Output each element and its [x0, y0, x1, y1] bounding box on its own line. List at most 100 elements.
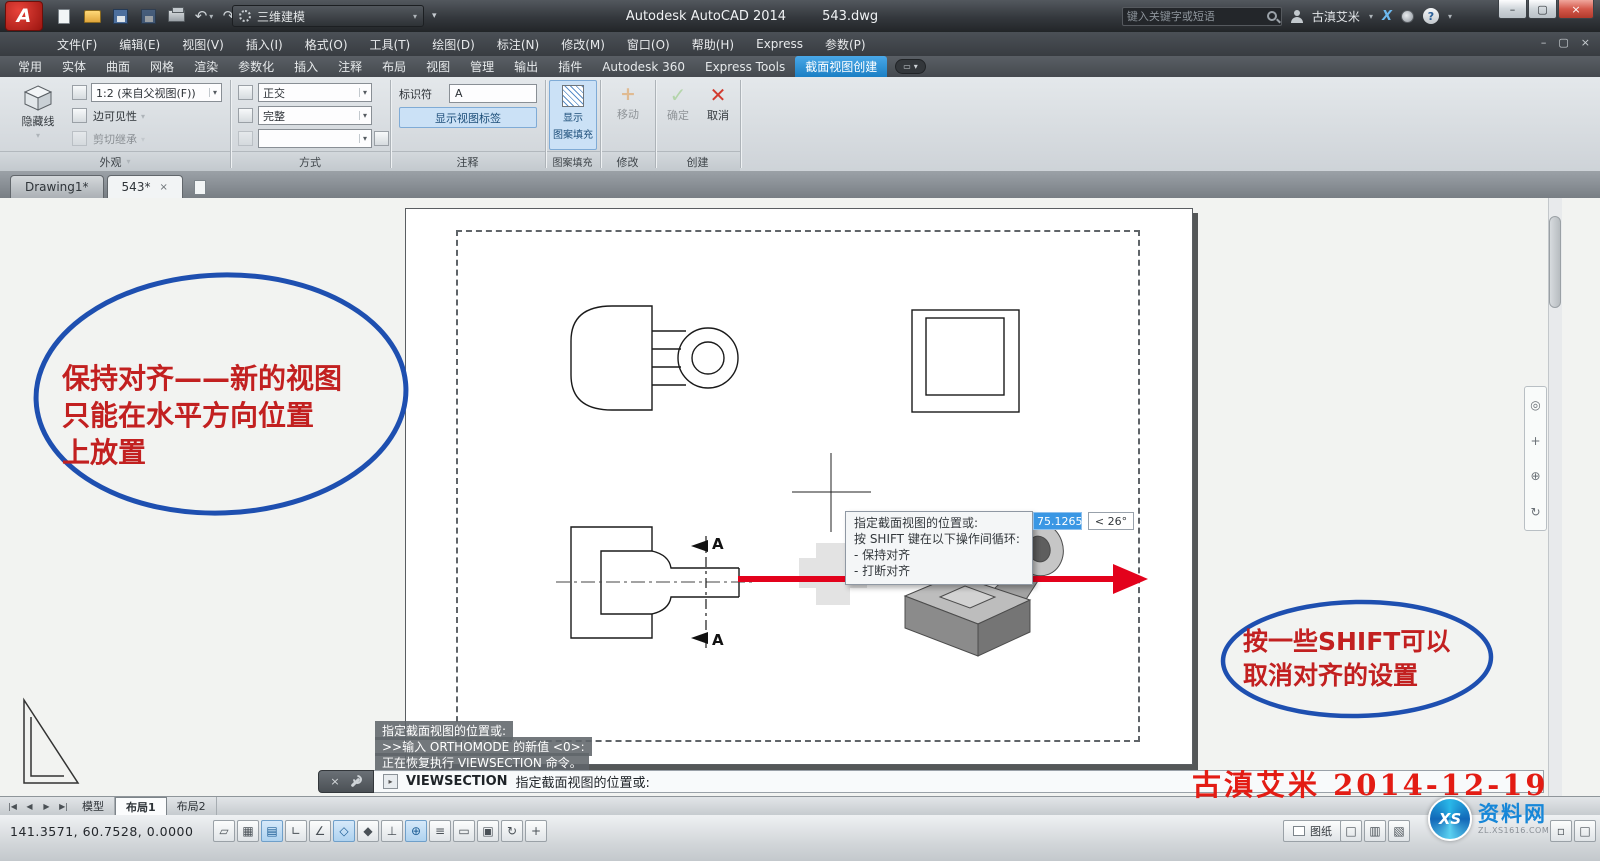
osnap-3d-toggle[interactable]: ◆: [357, 820, 379, 842]
cancel-button[interactable]: ✕ 取消: [699, 80, 737, 150]
open-file-button[interactable]: [80, 5, 104, 27]
next-layout-button[interactable]: ▶: [38, 802, 55, 811]
save-button[interactable]: [108, 5, 132, 27]
tab-mesh[interactable]: 网格: [140, 56, 184, 77]
application-menu-button[interactable]: A: [5, 1, 43, 31]
menu-modify[interactable]: 修改(M): [550, 32, 616, 56]
tab-layout1[interactable]: 布局1: [115, 797, 167, 815]
transparency-toggle[interactable]: ▭: [453, 820, 475, 842]
tab-view[interactable]: 视图: [416, 56, 460, 77]
menu-window[interactable]: 窗口(O): [616, 32, 681, 56]
dynamic-input-toggle[interactable]: ⊕: [405, 820, 427, 842]
scrollbar-thumb[interactable]: [1549, 216, 1561, 308]
steering-wheel-icon[interactable]: ◎: [1530, 398, 1540, 412]
caret-down-icon[interactable]: ▾: [359, 134, 367, 143]
tab-parametric[interactable]: 参数化: [228, 56, 284, 77]
show-hatch-toggle[interactable]: 显示 图案填充: [549, 80, 597, 150]
prev-layout-button[interactable]: ◀: [21, 802, 38, 811]
restore-button[interactable]: ▢: [1528, 0, 1557, 19]
identifier-input[interactable]: A: [449, 84, 537, 103]
exchange-apps-icon[interactable]: X: [1382, 9, 1392, 24]
last-layout-button[interactable]: ▶|: [55, 802, 72, 811]
annotation-monitor-toggle[interactable]: +: [525, 820, 547, 842]
tab-model[interactable]: 模型: [72, 797, 115, 815]
tab-plugins[interactable]: 插件: [548, 56, 592, 77]
tab-express-tools[interactable]: Express Tools: [695, 56, 795, 77]
menu-draw[interactable]: 绘图(D): [421, 32, 486, 56]
communication-center-icon[interactable]: [1401, 10, 1414, 23]
workspace-lock-button[interactable]: ▫: [1550, 820, 1572, 842]
depth-slider-icon[interactable]: [374, 131, 389, 146]
menu-edit[interactable]: 编辑(E): [108, 32, 171, 56]
tab-solid[interactable]: 实体: [52, 56, 96, 77]
search-icon[interactable]: [1267, 11, 1277, 21]
doc-minimize-button[interactable]: –: [1541, 36, 1547, 49]
close-button[interactable]: ×: [1558, 0, 1594, 19]
close-tab-icon[interactable]: ×: [159, 182, 167, 193]
ribbon-display-options-button[interactable]: ▭ ▾: [895, 59, 926, 74]
menu-insert[interactable]: 插入(I): [235, 32, 294, 56]
minimize-button[interactable]: –: [1498, 0, 1527, 19]
snap-toggle[interactable]: ▦: [237, 820, 259, 842]
quick-view-layouts-button[interactable]: □: [1340, 820, 1362, 842]
caret-down-icon[interactable]: ▾: [359, 111, 367, 120]
grid-toggle[interactable]: ▤: [261, 820, 283, 842]
panel-appearance-footer[interactable]: 外观 ▾: [0, 151, 230, 171]
dynamic-input-distance[interactable]: 75.1265: [1033, 512, 1082, 530]
tab-section-view-creation[interactable]: 截面视图创建: [795, 56, 887, 77]
section-line-a-a[interactable]: A A: [691, 535, 724, 649]
depth-value-input[interactable]: ▾: [258, 129, 372, 148]
menu-file[interactable]: 文件(F): [46, 32, 108, 56]
workspace-switcher[interactable]: 三维建模 ▾: [232, 5, 424, 27]
close-command-icon[interactable]: ×: [330, 775, 339, 788]
doc-restore-button[interactable]: ▢: [1558, 36, 1568, 49]
dynamic-ucs-toggle[interactable]: ⊥: [381, 820, 403, 842]
menu-dimension[interactable]: 标注(N): [486, 32, 550, 56]
annotation-scale-button[interactable]: ▧: [1388, 820, 1410, 842]
menu-express[interactable]: Express: [745, 32, 814, 56]
first-layout-button[interactable]: |◀: [4, 802, 21, 811]
plot-button[interactable]: [164, 5, 188, 27]
lineweight-toggle[interactable]: ≡: [429, 820, 451, 842]
tab-layout[interactable]: 布局: [372, 56, 416, 77]
tab-surface[interactable]: 曲面: [96, 56, 140, 77]
new-file-button[interactable]: [52, 5, 76, 27]
view-top-left[interactable]: [571, 306, 738, 410]
file-tab-drawing1[interactable]: Drawing1*: [10, 175, 104, 198]
tab-autodesk-360[interactable]: Autodesk 360: [592, 56, 695, 77]
osnap-toggle[interactable]: ◇: [333, 820, 355, 842]
tab-insert[interactable]: 插入: [284, 56, 328, 77]
tab-layout2[interactable]: 布局2: [167, 797, 217, 815]
tab-home[interactable]: 常用: [8, 56, 52, 77]
selection-cycling-toggle[interactable]: ↻: [501, 820, 523, 842]
help-search-input[interactable]: 键入关键字或短语: [1122, 7, 1282, 26]
view-bottom-left[interactable]: [556, 527, 754, 638]
tab-render[interactable]: 渲染: [184, 56, 228, 77]
caret-down-icon[interactable]: ▾: [359, 88, 367, 97]
customize-wrench-icon[interactable]: [349, 775, 362, 788]
help-button[interactable]: ?: [1423, 8, 1439, 24]
quick-view-drawings-button[interactable]: ▥: [1364, 820, 1386, 842]
caret-down-icon[interactable]: ▾: [209, 88, 217, 97]
tab-output[interactable]: 输出: [504, 56, 548, 77]
view-scale-select[interactable]: 1:2 (来自父视图(F)) ▾: [91, 83, 222, 102]
undo-button[interactable]: ↶▾: [192, 5, 216, 27]
section-depth-select[interactable]: 完整 ▾: [258, 106, 372, 125]
quick-properties-toggle[interactable]: ▣: [477, 820, 499, 842]
orbit-icon[interactable]: ↻: [1530, 505, 1540, 519]
paper-model-toggle[interactable]: 图纸: [1283, 820, 1342, 842]
pan-icon[interactable]: +: [1530, 434, 1540, 448]
polar-tracking-toggle[interactable]: ∠: [309, 820, 331, 842]
menu-view[interactable]: 视图(V): [171, 32, 235, 56]
menu-tools[interactable]: 工具(T): [359, 32, 422, 56]
tab-manage[interactable]: 管理: [460, 56, 504, 77]
edge-visibility-button[interactable]: 边可见性 ▾: [93, 108, 145, 124]
signed-in-user[interactable]: 古滇艾米: [1312, 8, 1360, 25]
show-view-label-toggle[interactable]: 显示视图标签: [399, 107, 537, 128]
ortho-toggle[interactable]: ∟: [285, 820, 307, 842]
view-top-right[interactable]: [912, 310, 1019, 412]
caret-down-icon[interactable]: ▾: [1448, 12, 1452, 21]
menu-format[interactable]: 格式(O): [294, 32, 359, 56]
menu-parametric[interactable]: 参数(P): [814, 32, 877, 56]
new-drawing-tab-button[interactable]: [194, 180, 206, 195]
